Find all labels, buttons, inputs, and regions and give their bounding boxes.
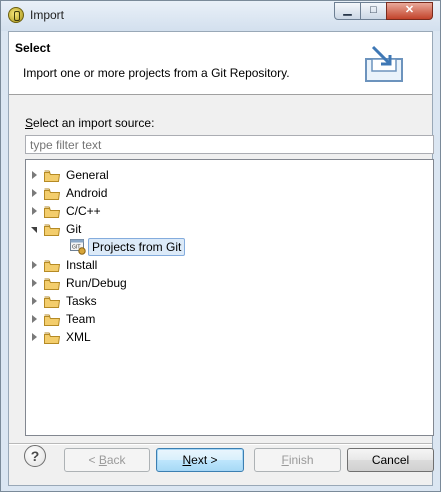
title-bar[interactable]: Import ▁ □ ✕ xyxy=(1,1,440,31)
filter-input[interactable] xyxy=(25,135,434,154)
finish-button-text: inish xyxy=(288,453,314,467)
button-bar-divider-highlight xyxy=(9,444,432,445)
tree-item-label: Install xyxy=(66,258,98,272)
eclipse-app-icon xyxy=(8,7,24,23)
tree-item-label: Team xyxy=(66,312,96,326)
page-title: Select xyxy=(15,41,51,55)
finish-button-mnemonic: F xyxy=(281,453,289,467)
git-repository-icon: GIT xyxy=(70,239,86,255)
tree-item-label: Run/Debug xyxy=(66,276,127,290)
back-button-text: ack xyxy=(106,453,126,467)
folder-icon xyxy=(44,187,61,200)
expand-arrow-icon[interactable] xyxy=(30,220,40,238)
tree-item-label: Projects from Git xyxy=(88,238,186,256)
maximize-button[interactable]: □ xyxy=(360,2,387,20)
collapse-arrow-icon[interactable] xyxy=(30,256,40,274)
collapse-arrow-icon[interactable] xyxy=(30,274,40,292)
tree-item-label: C/C++ xyxy=(66,204,101,218)
tree-item-label: Tasks xyxy=(66,294,97,308)
wizard-header: Select Import one or more projects from … xyxy=(9,32,432,95)
folder-icon xyxy=(44,277,61,290)
import-source-label-text: elect an import source: xyxy=(33,116,155,130)
next-button-text: ext > xyxy=(191,453,218,467)
import-source-label-mnemonic: S xyxy=(25,116,34,130)
collapse-arrow-icon[interactable] xyxy=(30,184,40,202)
back-button-prefix: < xyxy=(88,453,99,467)
help-icon[interactable]: ? xyxy=(24,445,46,467)
folder-icon xyxy=(44,331,61,344)
import-source-tree[interactable]: General Android C/C++ Git GIT Projects from G… xyxy=(25,159,434,436)
collapse-arrow-icon[interactable] xyxy=(30,292,40,310)
tree-item-label: Git xyxy=(66,222,82,236)
import-wizard-icon xyxy=(365,45,403,82)
collapse-arrow-icon[interactable] xyxy=(30,202,40,220)
cancel-button[interactable]: Cancel xyxy=(347,448,434,472)
minimize-button[interactable]: ▁ xyxy=(334,2,361,20)
tree-item-label: XML xyxy=(66,330,91,344)
back-button-mnemonic: B xyxy=(98,453,107,467)
import-dialog: Import ▁ □ ✕ Select Import one or more p… xyxy=(0,0,441,492)
collapse-arrow-icon[interactable] xyxy=(30,310,40,328)
next-button-mnemonic: N xyxy=(182,453,192,467)
finish-button[interactable]: Finish xyxy=(254,448,341,472)
window-title: Import xyxy=(30,8,65,22)
next-button[interactable]: Next > xyxy=(156,448,244,472)
close-button[interactable]: ✕ xyxy=(386,2,433,20)
collapse-arrow-icon[interactable] xyxy=(30,328,40,346)
folder-icon xyxy=(44,259,61,272)
tree-item-label: General xyxy=(66,168,109,182)
collapse-arrow-icon[interactable] xyxy=(30,166,40,184)
back-button[interactable]: < Back xyxy=(64,448,150,472)
folder-icon xyxy=(44,169,61,182)
import-source-label: Select an import source: xyxy=(25,116,154,130)
folder-icon xyxy=(44,205,61,218)
tree-item-label: Android xyxy=(66,186,108,200)
folder-icon xyxy=(44,295,61,308)
dialog-content: Select Import one or more projects from … xyxy=(8,31,434,486)
page-description: Import one or more projects from a Git R… xyxy=(23,66,290,80)
folder-icon xyxy=(44,313,61,326)
folder-icon xyxy=(44,223,61,236)
